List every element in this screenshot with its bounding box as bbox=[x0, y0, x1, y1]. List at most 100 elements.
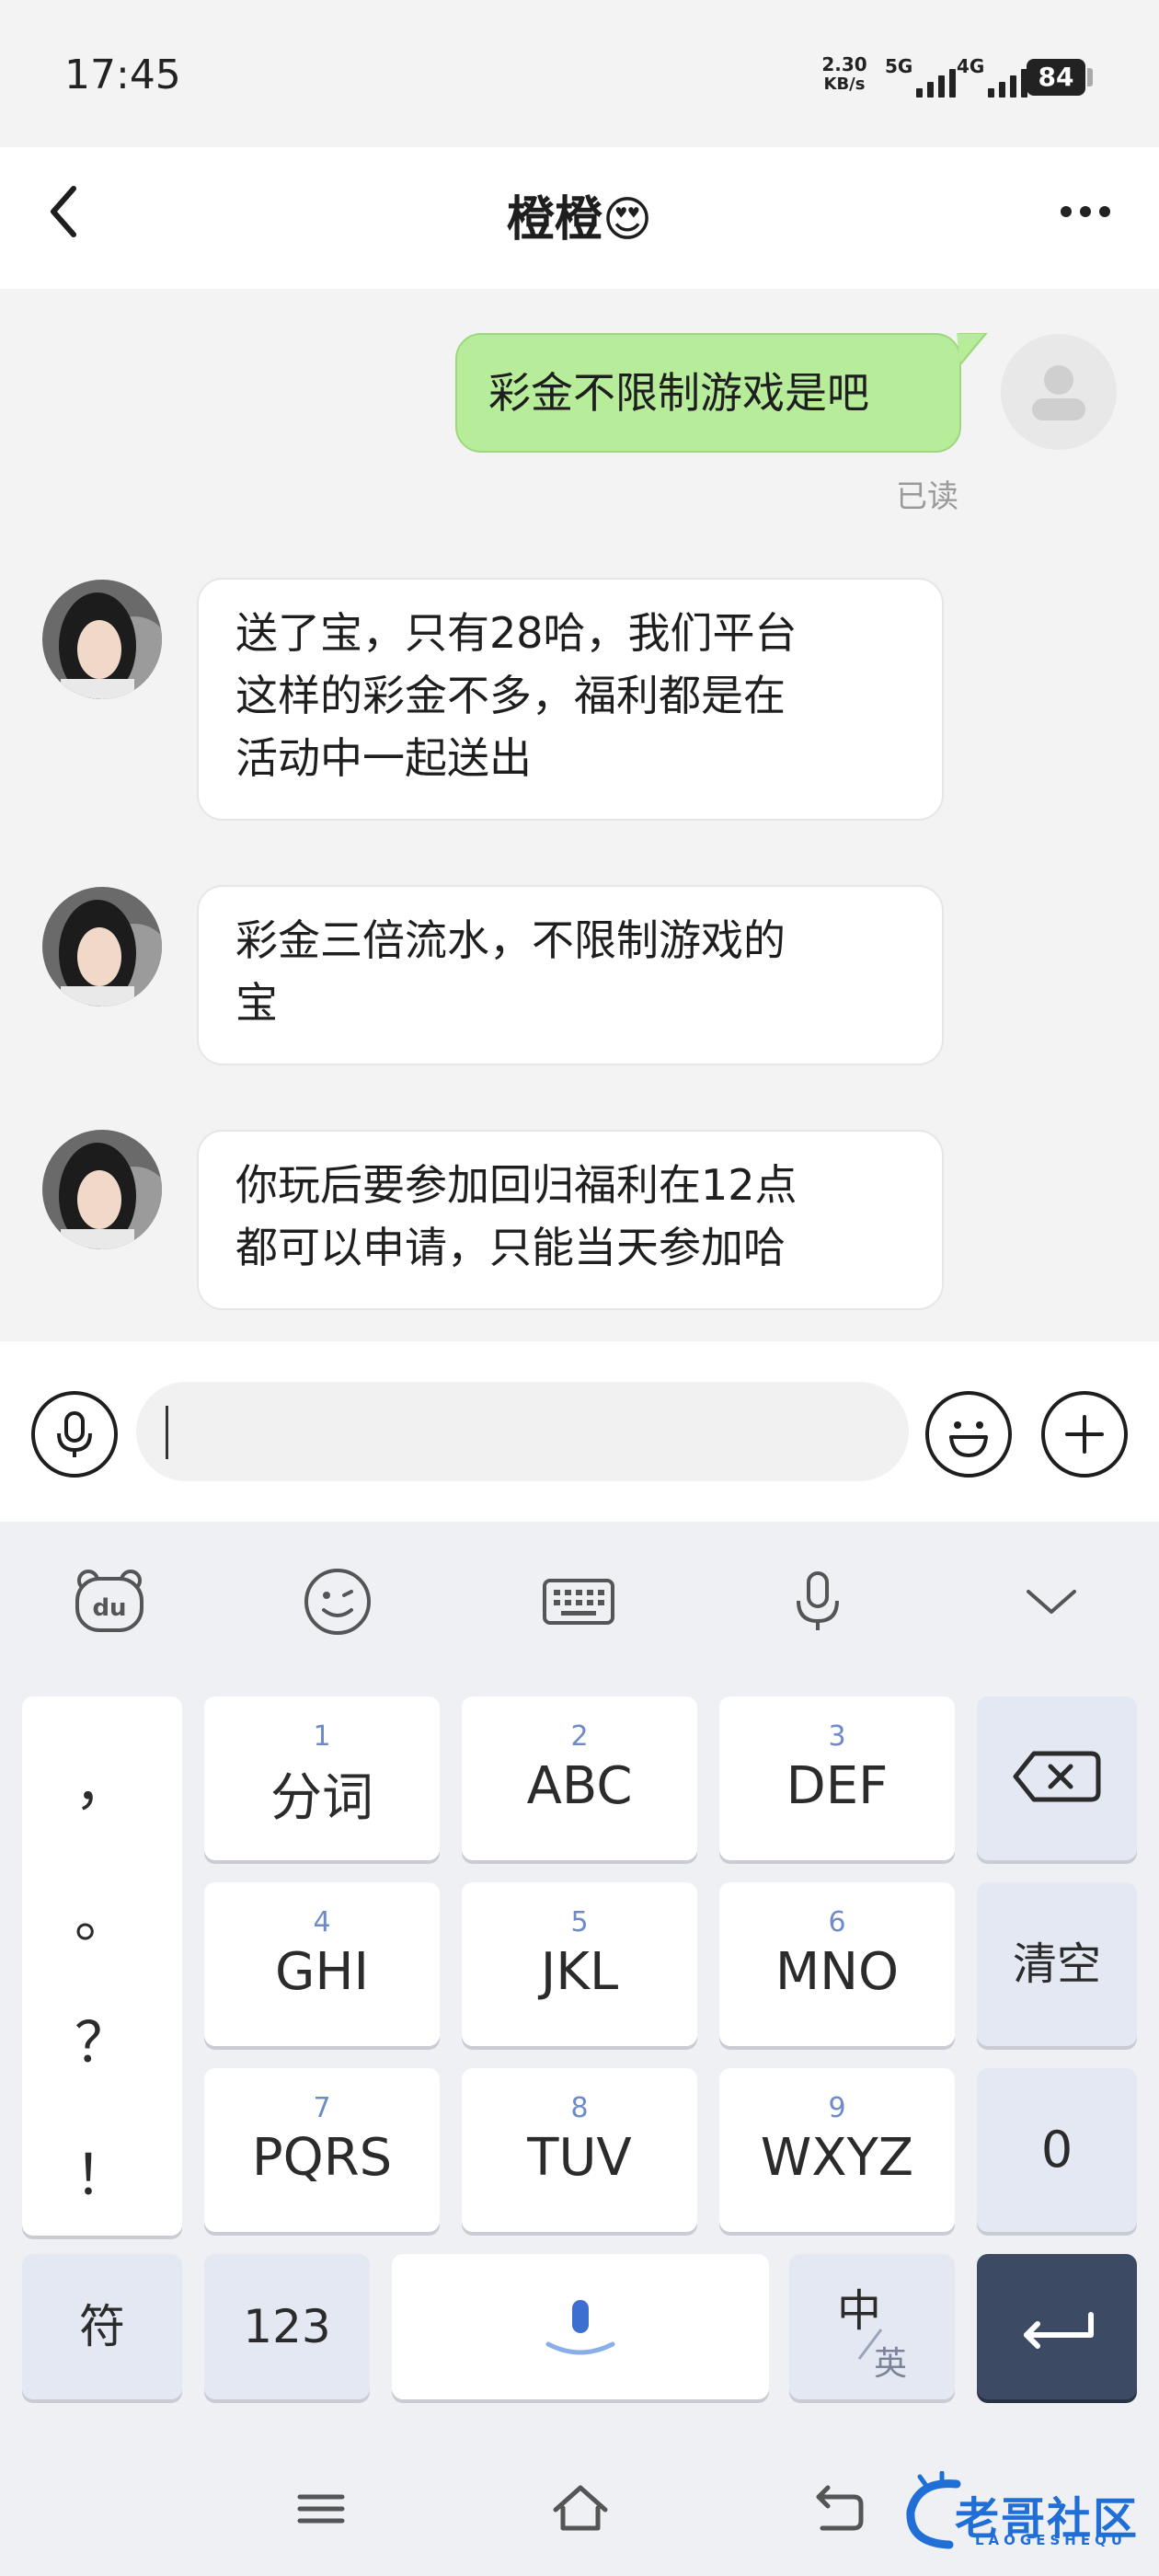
key-3[interactable]: 3 DEF bbox=[719, 1696, 955, 1860]
signal-bars-icon bbox=[988, 69, 1028, 98]
key-number: 5 bbox=[570, 1906, 589, 1938]
avatar[interactable] bbox=[42, 1130, 162, 1249]
punctuation-key[interactable]: ， bbox=[22, 1741, 182, 1821]
message-line: 宝 bbox=[235, 978, 278, 1028]
contact-avatar-image bbox=[42, 580, 162, 699]
network-speed-unit: KB/s bbox=[823, 75, 866, 94]
status-time: 17:45 bbox=[64, 52, 181, 98]
zero-key[interactable]: 0 bbox=[977, 2068, 1137, 2232]
key-number: 9 bbox=[828, 2092, 846, 2124]
plus-icon bbox=[1065, 1415, 1104, 1454]
backspace-icon bbox=[1013, 1751, 1101, 1802]
key-label: MNO bbox=[775, 1942, 900, 2002]
key-label: JKL bbox=[540, 1942, 619, 2002]
back-nav-button[interactable] bbox=[806, 2477, 870, 2541]
avatar[interactable] bbox=[42, 887, 162, 1006]
key-label: GHI bbox=[274, 1942, 370, 2002]
battery-icon: 84 bbox=[1027, 59, 1085, 96]
key-number: 3 bbox=[828, 1720, 846, 1753]
language-secondary: 英 bbox=[874, 2345, 908, 2383]
emoji-icon bbox=[304, 1569, 371, 1635]
punctuation-key[interactable]: 。 bbox=[22, 1873, 182, 1953]
message-line: 活动中一起送出 bbox=[235, 733, 532, 783]
signal-bars-icon bbox=[916, 69, 957, 98]
hide-keyboard-button[interactable] bbox=[1010, 1560, 1093, 1643]
avatar[interactable] bbox=[42, 580, 162, 699]
number-mode-key[interactable]: 123 bbox=[204, 2254, 370, 2399]
plus-button[interactable] bbox=[1041, 1391, 1128, 1478]
key-2[interactable]: 2 ABC bbox=[462, 1696, 697, 1860]
du-bear-logo-icon: du bbox=[75, 1570, 143, 1632]
key-5[interactable]: 5 JKL bbox=[462, 1882, 697, 2046]
svg-text:du: du bbox=[92, 1594, 126, 1622]
key-label: WXYZ bbox=[760, 2128, 914, 2188]
key-1[interactable]: 1 分词 bbox=[204, 1696, 440, 1860]
zero-key-label: 0 bbox=[1040, 2121, 1073, 2179]
key-label: DEF bbox=[786, 1756, 889, 1816]
text-caret bbox=[166, 1406, 168, 1459]
key-number: 2 bbox=[570, 1720, 589, 1753]
punctuation-key[interactable]: ！ bbox=[22, 2131, 182, 2211]
language-switch-key[interactable]: 中 英 bbox=[789, 2254, 955, 2399]
key-label: TUV bbox=[527, 2128, 632, 2188]
network-speed-value: 2.30 bbox=[821, 53, 867, 75]
back-button[interactable] bbox=[37, 175, 101, 248]
key-number: 6 bbox=[828, 1906, 846, 1938]
key-7[interactable]: 7 PQRS bbox=[204, 2068, 440, 2232]
message-bubble-outgoing[interactable]: 彩金不限制游戏是吧 bbox=[455, 333, 961, 453]
emoji-toolbar-button[interactable] bbox=[296, 1560, 379, 1643]
back-arrow-icon bbox=[816, 2485, 864, 2531]
home-icon bbox=[553, 2485, 608, 2531]
key-4[interactable]: 4 GHI bbox=[204, 1882, 440, 2046]
voice-input-toolbar-button[interactable] bbox=[776, 1560, 859, 1643]
key-label: 分词 bbox=[270, 1768, 373, 1828]
sim2-signal: 4G bbox=[957, 55, 1028, 98]
du-logo-button[interactable]: du bbox=[68, 1560, 151, 1643]
bubble-tail bbox=[957, 333, 988, 366]
more-button[interactable] bbox=[1049, 193, 1122, 230]
contact-avatar-image bbox=[42, 887, 162, 1006]
network-speed: 2.30 KB/s bbox=[817, 53, 872, 95]
emoji-button[interactable] bbox=[925, 1391, 1012, 1478]
message-bubble-incoming[interactable]: 你玩后要参加回归福利在12点 都可以申请，只能当天参加哈 bbox=[197, 1130, 944, 1310]
battery-tip bbox=[1087, 68, 1093, 86]
menu-nav-button[interactable] bbox=[289, 2477, 353, 2541]
keyboard-toolbar-button[interactable] bbox=[537, 1560, 620, 1643]
symbol-key-label: 符 bbox=[79, 2300, 125, 2353]
message-bubble-incoming[interactable]: 彩金三倍流水，不限制游戏的 宝 bbox=[197, 885, 944, 1065]
clear-key[interactable]: 清空 bbox=[977, 1882, 1137, 2046]
chevron-left-icon bbox=[51, 186, 76, 237]
message-line: 这样的彩金不多，福利都是在 bbox=[235, 671, 786, 720]
space-key[interactable] bbox=[392, 2254, 769, 2399]
watermark-logo: 老哥社区 LAOGESHEQU bbox=[901, 2471, 1150, 2554]
read-status: 已读 bbox=[896, 478, 958, 515]
message-line: 彩金三倍流水，不限制游戏的 bbox=[235, 915, 786, 965]
menu-icon bbox=[297, 2494, 345, 2524]
symbol-key[interactable]: 符 bbox=[22, 2254, 182, 2399]
key-number: 4 bbox=[313, 1906, 331, 1938]
backspace-key[interactable] bbox=[977, 1696, 1137, 1860]
key-8[interactable]: 8 TUV bbox=[462, 2068, 697, 2232]
message-bubble-incoming[interactable]: 送了宝，只有28哈，我们平台 这样的彩金不多，福利都是在 活动中一起送出 bbox=[197, 578, 944, 821]
number-mode-label: 123 bbox=[243, 2300, 331, 2353]
avatar[interactable] bbox=[1001, 334, 1117, 450]
punctuation-key[interactable]: ？ bbox=[22, 1998, 182, 2078]
space-microphone-icon bbox=[545, 2300, 615, 2355]
key-number: 8 bbox=[570, 2092, 589, 2124]
sim1-signal: 5G bbox=[885, 55, 957, 98]
enter-key[interactable] bbox=[977, 2254, 1137, 2399]
message-line: 都可以申请，只能当天参加哈 bbox=[235, 1223, 786, 1272]
message-input[interactable] bbox=[136, 1382, 909, 1481]
home-nav-button[interactable] bbox=[548, 2477, 613, 2541]
microphone-icon bbox=[57, 1411, 92, 1457]
key-9[interactable]: 9 WXYZ bbox=[719, 2068, 955, 2232]
keyboard-icon bbox=[543, 1579, 614, 1625]
key-number: 1 bbox=[313, 1720, 331, 1753]
contact-avatar-image bbox=[42, 1130, 162, 1249]
sim1-label: 5G bbox=[885, 55, 913, 77]
key-6[interactable]: 6 MNO bbox=[719, 1882, 955, 2046]
message-line: 送了宝，只有28哈，我们平台 bbox=[235, 608, 798, 658]
chat-title: 橙橙😍 bbox=[506, 192, 653, 247]
more-horizontal-icon bbox=[1061, 206, 1072, 217]
voice-button[interactable] bbox=[31, 1391, 118, 1478]
